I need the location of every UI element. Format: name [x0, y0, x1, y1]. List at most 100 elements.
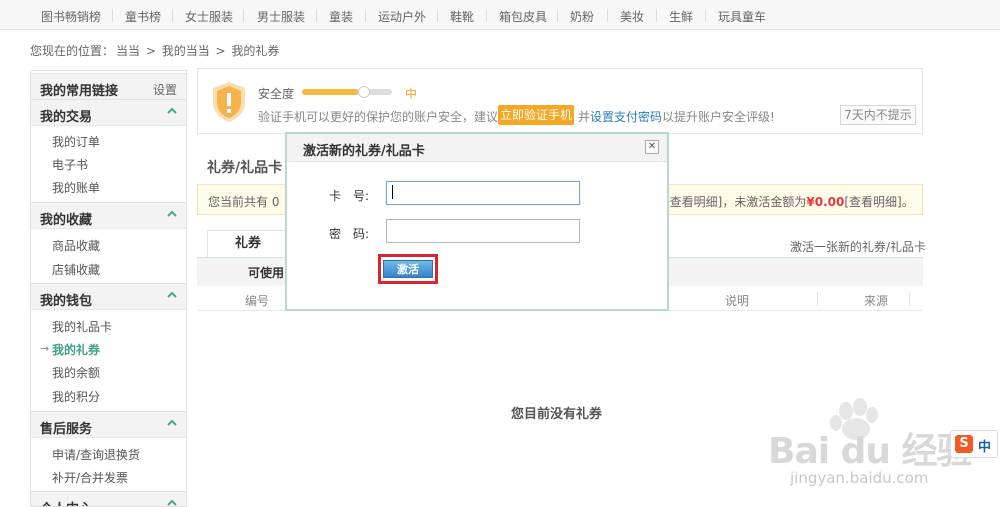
nav-divider — [172, 9, 173, 22]
breadcrumb-current: 我的礼券 — [231, 44, 280, 58]
sogou-logo-icon: S — [955, 435, 973, 453]
sidebar-item-points[interactable]: 我的积分 — [52, 388, 100, 405]
ime-status-widget[interactable]: S 中 — [950, 430, 998, 458]
watermark-brand: Bai du 经验 — [768, 431, 973, 472]
nav-divider — [112, 9, 113, 22]
nav-item-outdoor[interactable]: 运动户外 — [378, 8, 426, 25]
security-message-2: 并设置支付密码以提升账户安全评级! — [578, 108, 775, 125]
nav-divider — [656, 9, 657, 22]
sidebar-item-returns[interactable]: 申请/查询退换货 — [52, 446, 140, 463]
card-number-input[interactable] — [386, 181, 580, 205]
nav-divider — [243, 9, 244, 22]
close-icon[interactable]: ✕ — [645, 140, 659, 154]
sidebar-item-store-fav[interactable]: 店铺收藏 — [52, 261, 100, 278]
sidebar-group-title: 售后服务 — [40, 422, 93, 437]
nav-item-fresh[interactable]: 生鲜 — [669, 8, 693, 25]
chevron-up-icon[interactable] — [167, 290, 177, 300]
sidebar-group-wallet[interactable]: 我的钱包 — [31, 283, 186, 310]
security-msg2-b: 以提升账户安全评级! — [662, 110, 775, 124]
sidebar-item-ebooks[interactable]: 电子书 — [52, 156, 88, 173]
nav-item-beauty[interactable]: 美妆 — [620, 8, 644, 25]
sidebar-group-trade[interactable]: 我的交易 — [31, 99, 186, 126]
nav-item-kids-books[interactable]: 童书榜 — [125, 8, 161, 25]
nav-item-bestsellers[interactable]: 图书畅销榜 — [41, 8, 101, 25]
security-progress — [302, 89, 392, 95]
nav-divider — [316, 9, 317, 22]
nav-item-bags[interactable]: 箱包皮具 — [499, 8, 547, 25]
dialog-header: 激活新的礼券/礼品卡 ✕ — [287, 134, 667, 162]
sidebar-group-title: 个人中心 — [40, 498, 92, 506]
chevron-up-icon[interactable] — [167, 209, 177, 219]
security-label: 安全度 — [258, 87, 295, 101]
sidebar-settings-link[interactable]: 设置 — [153, 81, 177, 98]
empty-message: 您目前没有礼券 — [511, 407, 603, 422]
subtab-usable[interactable]: 可使用 — [248, 264, 284, 281]
ime-mode-indicator[interactable]: 中 — [978, 436, 991, 455]
column-header-source: 来源 — [864, 294, 889, 308]
summary-count: 您当前共有 0 — [208, 195, 280, 209]
sidebar-item-balance[interactable]: 我的余额 — [52, 364, 100, 381]
page-title: 礼券/礼品卡 — [207, 160, 283, 176]
activate-button-highlight: 激活 — [378, 254, 438, 284]
nav-item-kids-wear[interactable]: 童装 — [329, 8, 353, 25]
summary-amount: ¥0.00 — [806, 195, 845, 209]
sidebar-group-title: 我的交易 — [40, 110, 93, 125]
breadcrumb-sep: > — [211, 44, 230, 58]
sidebar-fav-title: 我的常用链接 — [40, 84, 119, 99]
security-message: 验证手机可以更好的保护您的账户安全，建议您 — [258, 110, 511, 124]
sidebar-item-orders[interactable]: 我的订单 — [52, 133, 100, 150]
nav-item-shoes[interactable]: 鞋靴 — [450, 8, 474, 25]
set-pay-password-link[interactable]: 设置支付密码 — [590, 110, 662, 124]
breadcrumb-link-home[interactable]: 当当 — [116, 44, 140, 58]
nav-item-toys[interactable]: 玩具童车 — [718, 8, 766, 25]
nav-item-milk[interactable]: 奶粉 — [570, 8, 594, 25]
sidebar-item-bills[interactable]: 我的账单 — [52, 179, 100, 196]
nav-divider — [557, 9, 558, 22]
summary-detail: [查看明细]，未激活金额为¥0.00[查看明细]。 — [665, 193, 914, 210]
sidebar-item-giftcard[interactable]: 我的礼品卡 — [52, 318, 112, 335]
chevron-up-icon[interactable] — [167, 106, 177, 116]
column-header-desc: 说明 — [725, 294, 750, 308]
sidebar-item-invoice[interactable]: 补开/合并发票 — [52, 469, 128, 486]
nav-item-womens[interactable]: 女士服装 — [185, 8, 233, 25]
top-category-nav: 图书畅销榜 童书榜 女士服装 男士服装 童装 运动户外 鞋靴 箱包皮具 奶粉 美… — [0, 0, 1000, 30]
nav-divider — [607, 9, 608, 22]
sidebar-group-favorites[interactable]: 我的收藏 — [31, 202, 186, 229]
hide-7-days-button[interactable]: 7天内不提示 — [840, 105, 916, 125]
password-input[interactable] — [386, 219, 580, 243]
sidebar-fav-header: 我的常用链接 设置 — [31, 73, 186, 100]
sidebar-group-aftersales[interactable]: 售后服务 — [31, 411, 186, 438]
chevron-up-icon[interactable] — [167, 418, 177, 428]
breadcrumb: 您现在的位置： 当当 > 我的当当 > 我的礼券 — [30, 42, 281, 59]
tab-coupons[interactable]: 礼券 — [207, 230, 289, 258]
sidebar-group-title: 我的收藏 — [40, 213, 93, 228]
column-divider — [909, 292, 910, 306]
nav-divider — [437, 9, 438, 22]
sidebar: 我的常用链接 设置 我的交易 我的订单 电子书 我的账单 我的收藏 商品收藏 店… — [30, 70, 187, 507]
verify-phone-button[interactable]: 立即验证手机 — [498, 105, 574, 125]
chevron-up-icon[interactable] — [167, 498, 177, 507]
summary-detail-link-2[interactable]: [查看明细]。 — [844, 195, 913, 209]
security-progress-knob — [358, 86, 370, 98]
watermark-url: jingyan.baidu.com — [790, 469, 929, 487]
sidebar-item-product-fav[interactable]: 商品收藏 — [52, 237, 100, 254]
sidebar-group-title: 我的钱包 — [40, 294, 93, 309]
shield-warning-icon — [213, 82, 245, 122]
breadcrumb-link-mydangdang[interactable]: 我的当当 — [162, 44, 210, 58]
security-level: 中 — [405, 87, 418, 101]
summary-detail-link[interactable]: [查看明细]，未激活金额为 — [665, 195, 806, 209]
activate-new-coupon-link[interactable]: 激活一张新的礼券/礼品卡 — [790, 238, 926, 255]
column-header-id: 编号 — [245, 294, 270, 308]
breadcrumb-sep: > — [142, 44, 160, 58]
nav-item-mens[interactable]: 男士服装 — [257, 8, 305, 25]
sidebar-item-coupons[interactable]: 我的礼券 — [52, 341, 100, 358]
password-label: 密 码: — [329, 227, 370, 241]
card-number-label: 卡 号: — [329, 189, 370, 203]
sidebar-group-profile[interactable]: 个人中心 — [31, 491, 186, 507]
nav-divider — [705, 9, 706, 22]
activate-button[interactable]: 激活 — [383, 260, 433, 278]
nav-divider — [486, 9, 487, 22]
column-divider — [817, 292, 818, 306]
text-caret — [392, 185, 393, 199]
nav-divider — [365, 9, 366, 22]
